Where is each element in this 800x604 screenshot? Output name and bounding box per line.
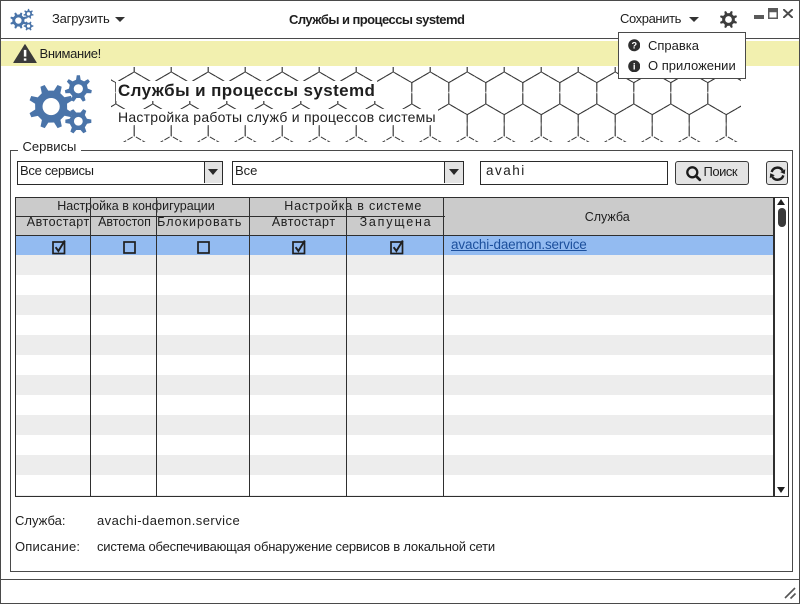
svg-text:?: ? — [631, 41, 637, 51]
svg-text:i: i — [632, 61, 635, 72]
